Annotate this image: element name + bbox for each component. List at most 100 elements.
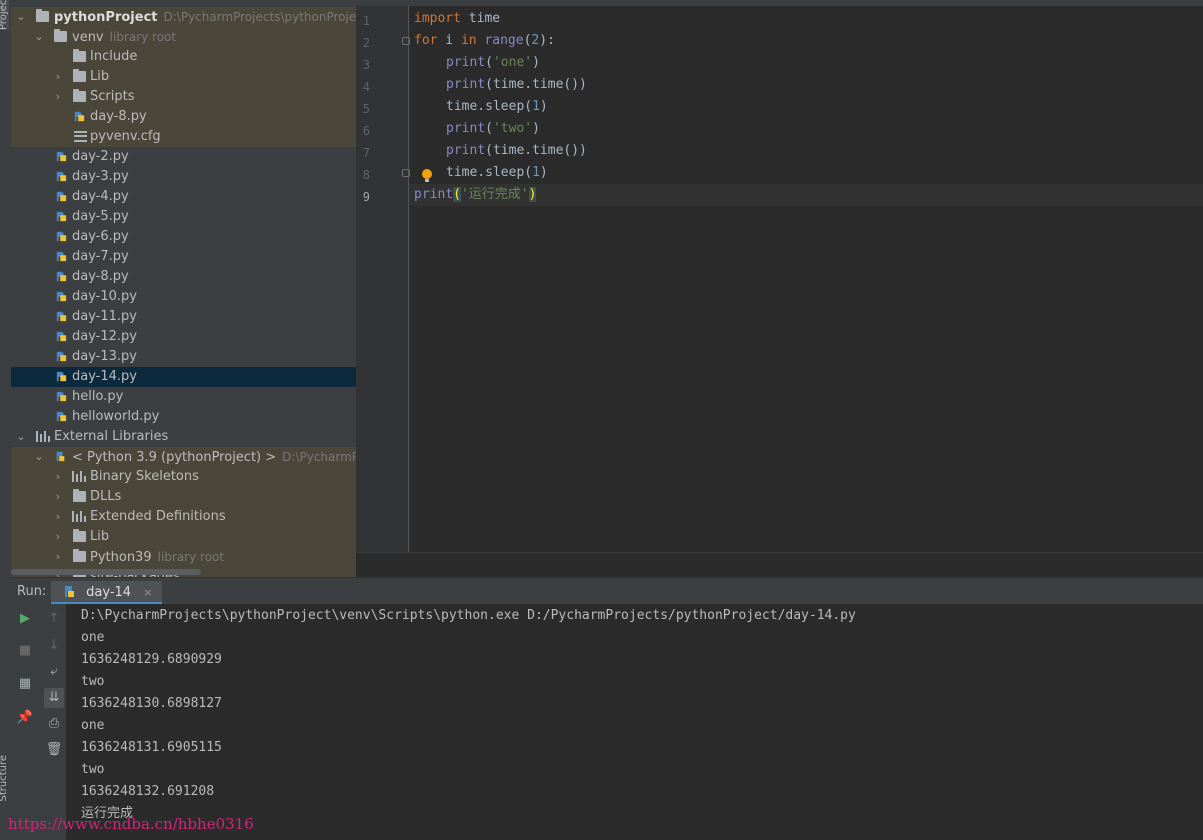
tree-item-label: hello.py xyxy=(72,389,124,404)
tree-item-label: day-2.py xyxy=(72,149,129,164)
stop-icon[interactable]: ■ xyxy=(15,641,35,661)
tree-sdk-item[interactable]: › Extended Definitions xyxy=(11,507,356,527)
project-tool-window-button[interactable]: Project xyxy=(0,0,9,30)
scroll-to-end-icon[interactable]: ⇊ xyxy=(44,688,64,708)
tree-file-day-4[interactable]: day-4.py xyxy=(11,187,356,207)
python-file-icon xyxy=(56,191,67,202)
python-file-icon xyxy=(56,411,67,422)
python-file-icon xyxy=(56,311,67,322)
code-token: ) xyxy=(532,121,540,136)
chevron-right-icon[interactable]: › xyxy=(52,467,64,487)
tree-item-venv-day-8[interactable]: day-8.py xyxy=(11,107,356,127)
tree-file-day-11[interactable]: day-11.py xyxy=(11,307,356,327)
chevron-down-icon[interactable]: ⌄ xyxy=(15,7,27,27)
intention-bulb-icon[interactable] xyxy=(422,169,432,182)
chevron-right-icon[interactable]: › xyxy=(52,527,64,547)
layout-icon[interactable]: ▦ xyxy=(15,674,35,694)
tree-venv[interactable]: ⌄ venv library root xyxy=(11,27,356,47)
chevron-right-icon[interactable]: › xyxy=(52,487,64,507)
tree-file-hello[interactable]: hello.py xyxy=(11,387,356,407)
rerun-icon[interactable]: ▶ xyxy=(15,609,35,629)
run-console[interactable]: D:\PycharmProjects\pythonProject\venv\Sc… xyxy=(66,604,1203,840)
tree-sdk-item[interactable]: › Binary Skeletons xyxy=(11,467,356,487)
pin-icon[interactable]: 📌 xyxy=(15,708,35,728)
code-line: print('two') xyxy=(446,118,540,140)
tree-item-scripts[interactable]: › Scripts xyxy=(11,87,356,107)
line-number: 7 xyxy=(362,146,370,160)
code-line: print('运行完成') xyxy=(414,184,537,206)
tree-file-day-5[interactable]: day-5.py xyxy=(11,207,356,227)
tree-file-day-10[interactable]: day-10.py xyxy=(11,287,356,307)
chevron-down-icon[interactable]: ⌄ xyxy=(33,447,45,467)
code-token: print xyxy=(446,55,486,70)
tree-python-sdk[interactable]: ⌄ < Python 3.9 (pythonProject) > D:\Pycha… xyxy=(11,447,356,467)
code-token: 'one' xyxy=(492,55,533,70)
python-run-icon xyxy=(65,586,74,597)
chevron-down-icon[interactable]: ⌄ xyxy=(33,27,45,47)
code-line: time.sleep(1) xyxy=(446,162,548,184)
sdk-path: D:\PycharmProjects\pythonProject xyxy=(282,450,356,464)
line-number: 6 xyxy=(362,124,370,138)
tree-external-libraries[interactable]: ⌄ External Libraries xyxy=(11,427,356,447)
folder-icon xyxy=(73,549,86,562)
tree-item-label: day-8.py xyxy=(72,269,129,284)
folder-icon xyxy=(54,29,67,42)
tree-file-day-13[interactable]: day-13.py xyxy=(11,347,356,367)
print-icon[interactable]: ⎙ xyxy=(44,714,64,734)
tree-item-label: Lib xyxy=(90,69,110,84)
tree-sdk-item[interactable]: › Lib xyxy=(11,527,356,547)
code-editor[interactable]: 123456789 import time for i in range(2): p… xyxy=(356,0,1203,578)
tree-horizontal-scrollbar[interactable] xyxy=(11,569,201,575)
fold-icon[interactable] xyxy=(402,169,410,177)
tree-file-day-3[interactable]: day-3.py xyxy=(11,167,356,187)
tree-item-pyvenv-cfg[interactable]: pyvenv.cfg xyxy=(11,127,356,147)
close-icon[interactable]: × xyxy=(143,586,152,599)
tree-file-day-8[interactable]: day-8.py xyxy=(11,267,356,287)
tree-item-label: day-13.py xyxy=(72,349,137,364)
tree-item-include[interactable]: Include xyxy=(11,47,356,67)
chevron-right-icon[interactable]: › xyxy=(52,87,64,107)
tree-file-day-6[interactable]: day-6.py xyxy=(11,227,356,247)
folder-icon xyxy=(73,89,86,102)
tree-file-helloworld[interactable]: helloworld.py xyxy=(11,407,356,427)
code-token: print xyxy=(446,77,486,92)
tree-file-day-14[interactable]: day-14.py xyxy=(11,367,356,387)
run-tab-day-14[interactable]: day-14 × xyxy=(51,581,163,605)
tree-file-day-12[interactable]: day-12.py xyxy=(11,327,356,347)
arrow-down-icon[interactable]: ↓ xyxy=(44,636,64,656)
chevron-right-icon[interactable]: › xyxy=(52,507,64,527)
tree-root[interactable]: ⌄ pythonProject D:\PycharmProjects\python… xyxy=(11,7,356,27)
tree-item-lib[interactable]: › Lib xyxy=(11,67,356,87)
tree-item-hint: library root xyxy=(157,550,225,564)
tree-item-label: helloworld.py xyxy=(72,409,160,424)
arrow-up-icon[interactable]: ↑ xyxy=(44,609,64,629)
code-token: (time.time()) xyxy=(485,77,587,92)
tree-sdk-item[interactable]: › DLLs xyxy=(11,487,356,507)
tree-file-day-2[interactable]: day-2.py xyxy=(11,147,356,167)
code-token: ( xyxy=(453,187,461,202)
structure-tool-window-button[interactable]: Structure xyxy=(0,755,9,802)
code-line: import time xyxy=(414,8,500,30)
fold-icon[interactable] xyxy=(402,37,410,45)
tree-item-label: day-4.py xyxy=(72,189,129,204)
tree-item-text: Extended Definitions xyxy=(90,507,226,527)
tree-file-day-7[interactable]: day-7.py xyxy=(11,247,356,267)
folder-icon xyxy=(73,489,86,502)
tree-item-label: Scripts xyxy=(90,89,135,104)
code-token: in xyxy=(460,33,477,48)
chevron-right-icon[interactable]: › xyxy=(52,547,64,567)
tree-item-label: Binary Skeletons xyxy=(90,469,199,484)
code-token: ) xyxy=(528,187,537,202)
tree-sdk-item[interactable]: › Python39 library root xyxy=(11,547,356,567)
editor-breadcrumb-bar xyxy=(356,552,1203,578)
code-token: (time.time()) xyxy=(485,143,587,158)
soft-wrap-icon[interactable]: ⤶ xyxy=(44,662,64,682)
tree-item-label: day-8.py xyxy=(90,109,147,124)
code-token: time xyxy=(460,11,501,26)
chevron-right-icon[interactable]: › xyxy=(52,67,64,87)
code-line: print(time.time()) xyxy=(446,74,587,96)
console-output-line: 1636248130.6898127 xyxy=(81,696,222,711)
root-path: D:\PycharmProjects\pythonProject xyxy=(163,10,357,24)
trash-icon[interactable]: 🗑 xyxy=(44,740,64,760)
chevron-down-icon[interactable]: ⌄ xyxy=(15,427,27,447)
